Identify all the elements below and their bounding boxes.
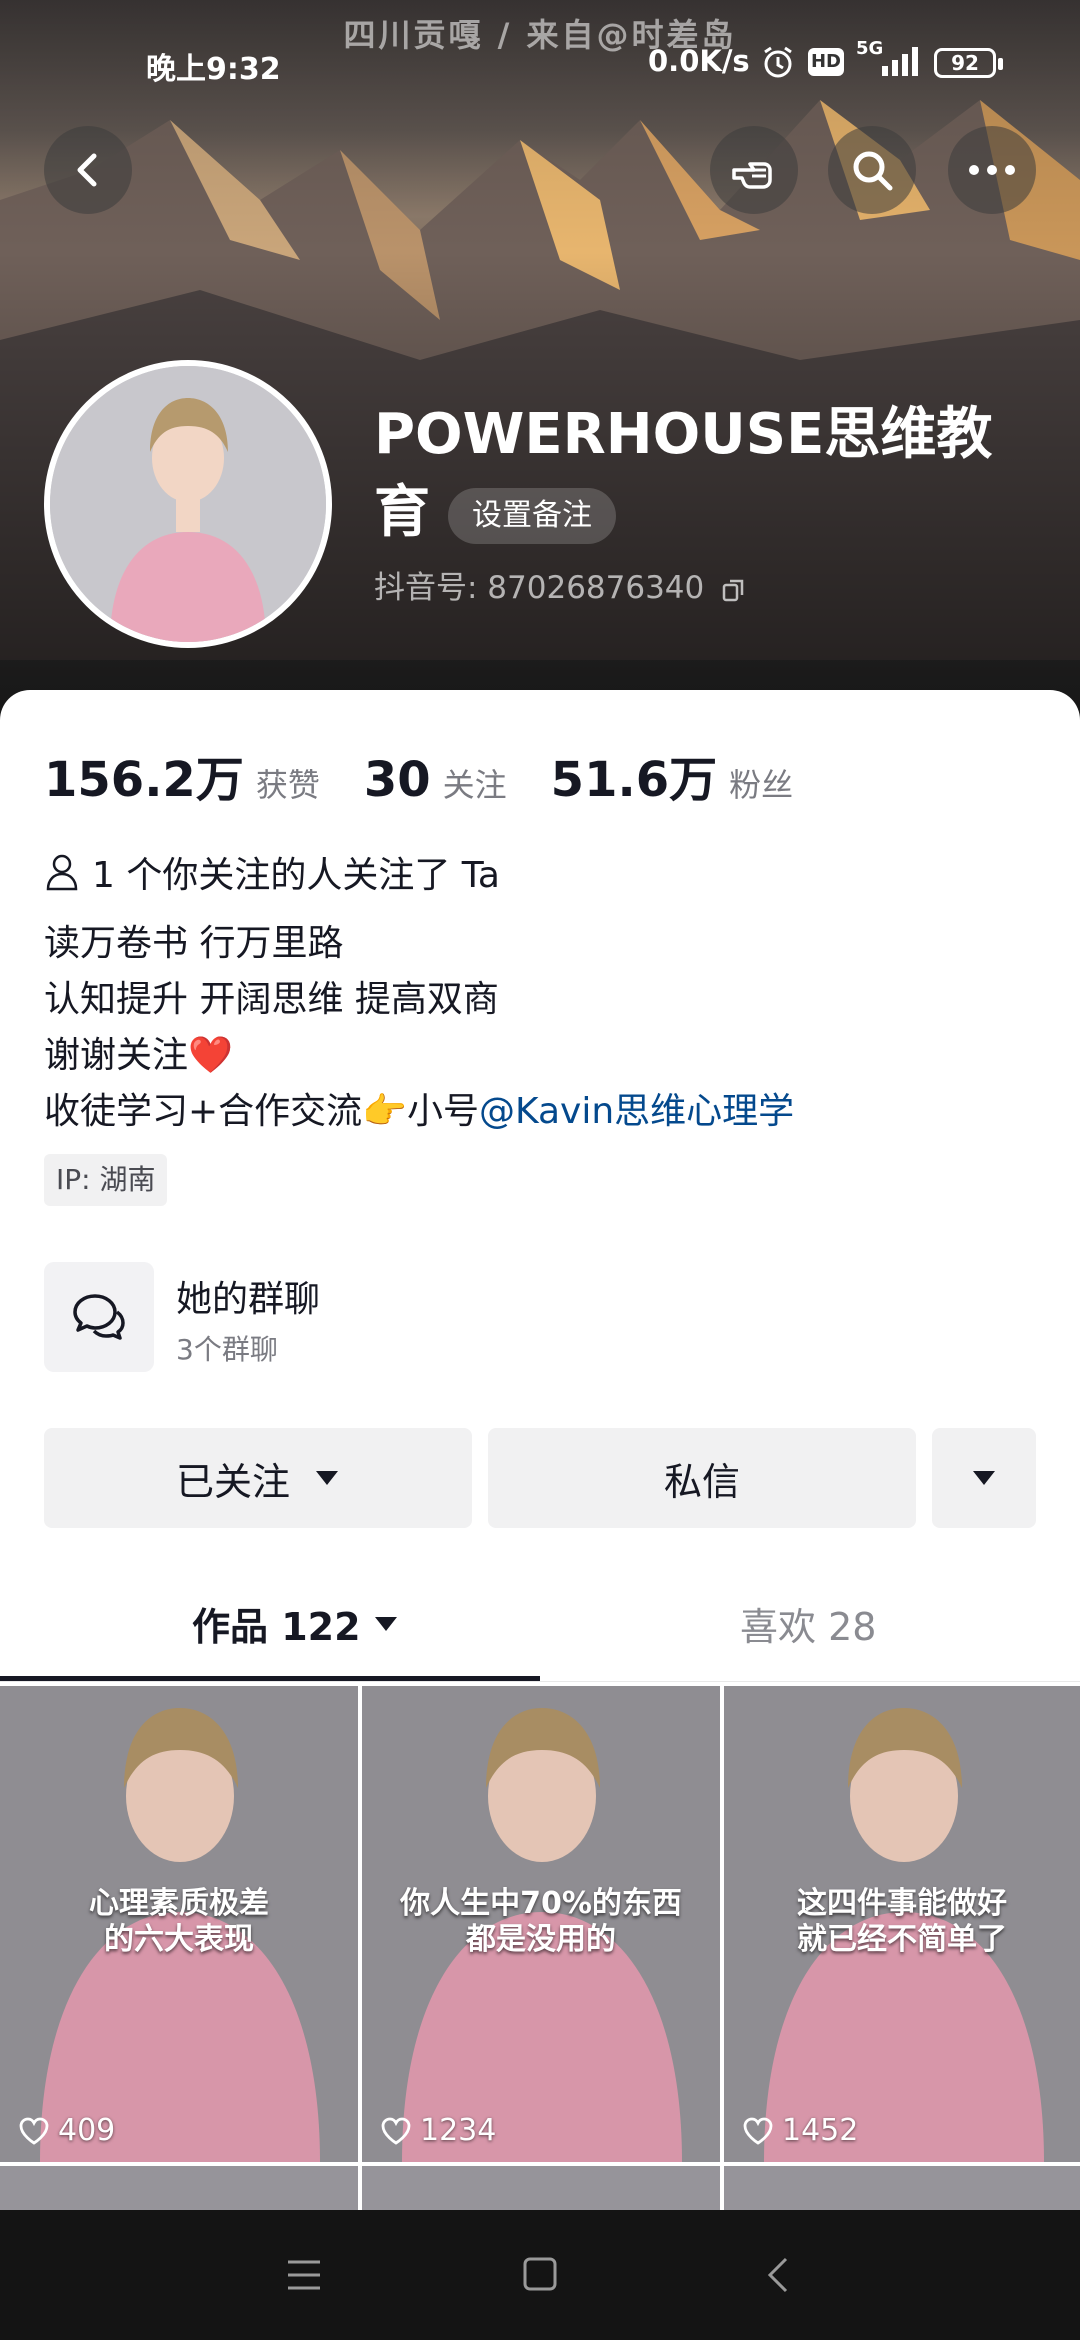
douyin-id: 抖音号: 87026876340	[374, 570, 705, 606]
caret-down-icon	[973, 1471, 995, 1485]
stat-following-label: 关注	[442, 766, 507, 804]
caret-down-icon	[374, 1616, 397, 1631]
profile-name-block: POWERHOUSE思维教育 设置备注	[374, 396, 1034, 552]
status-net-speed: 0.0K/s	[648, 44, 750, 78]
battery-icon: 92	[934, 48, 996, 78]
caret-down-icon	[316, 1471, 338, 1485]
video-caption-line-2: 就已经不简单了	[797, 1922, 1007, 1957]
video-caption: 心理素质极差 的六大表现	[0, 1886, 358, 1958]
more-actions-button[interactable]	[932, 1428, 1036, 1528]
more-button[interactable]	[948, 126, 1036, 214]
home-square-icon[interactable]	[522, 2256, 558, 2292]
video-likes-count: 1452	[782, 2113, 859, 2148]
poke-button[interactable]	[710, 126, 798, 214]
stat-likes-value[interactable]: 156.2万	[44, 740, 244, 810]
copy-icon[interactable]	[720, 576, 748, 604]
stat-following-value[interactable]: 30	[364, 752, 431, 808]
back-triangle-icon[interactable]	[766, 2256, 790, 2294]
alarm-icon	[764, 46, 792, 78]
signal-icon	[882, 47, 918, 76]
tab-works[interactable]: 作品 122	[192, 1596, 399, 1651]
battery-level: 92	[951, 51, 979, 75]
bio-line-2: 认知提升 开阔思维 提高双商	[44, 979, 499, 1020]
mutual-follow-row[interactable]: 1 个你关注的人关注了 Ta	[44, 846, 500, 898]
message-button-label: 私信	[663, 1459, 740, 1504]
avatar[interactable]	[44, 360, 332, 648]
chat-bubbles-icon	[73, 1294, 125, 1340]
video-likes: 1452	[742, 2113, 858, 2148]
tab-likes[interactable]: 喜欢 28	[740, 1596, 876, 1651]
bio-line-3: 谢谢关注❤️	[44, 1035, 233, 1076]
stat-followers-value[interactable]: 51.6万	[551, 740, 717, 810]
video-thumbnail[interactable]: 心理素质极差 的六大表现 409	[0, 1686, 358, 2162]
back-button[interactable]	[44, 126, 132, 214]
group-chat-title[interactable]: 她的群聊	[176, 1270, 320, 1322]
bio-line-1: 读万卷书 行万里路	[44, 923, 344, 964]
heart-icon	[381, 2117, 411, 2145]
search-icon	[853, 151, 893, 191]
video-caption: 你人生中70%的东西 都是没用的	[362, 1886, 720, 1958]
video-caption-line-1: 你人生中70%的东西	[400, 1886, 682, 1921]
video-thumbnail-partial[interactable]	[362, 2166, 720, 2210]
stats-row: 156.2万 获赞 30 关注 51.6万 粉丝	[44, 740, 793, 810]
video-caption-line-1: 这四件事能做好	[797, 1886, 1007, 1921]
mutual-follow-text: 1 个你关注的人关注了 Ta	[92, 855, 500, 896]
bio-mention-link[interactable]: @Kavin思维心理学	[479, 1091, 794, 1132]
menu-icon[interactable]	[286, 2258, 322, 2292]
video-thumbnail-partial[interactable]	[724, 2166, 1080, 2210]
ip-location-tag: IP: 湖南	[44, 1154, 168, 1206]
douyin-id-row: 抖音号: 87026876340	[374, 562, 748, 607]
video-likes-count: 409	[58, 2113, 116, 2148]
bio-line-4-text: 收徒学习+合作交流👉小号	[44, 1091, 479, 1132]
video-caption: 这四件事能做好 就已经不简单了	[724, 1886, 1080, 1958]
search-button[interactable]	[828, 126, 916, 214]
group-chat-icon-box[interactable]	[44, 1262, 154, 1372]
following-button[interactable]: 已关注	[44, 1428, 472, 1528]
chevron-left-icon	[77, 153, 97, 187]
battery-tip	[998, 58, 1003, 70]
video-caption-line-1: 心理素质极差	[89, 1886, 269, 1921]
status-time: 晚上9:32	[146, 52, 281, 87]
following-button-label: 已关注	[175, 1459, 290, 1504]
video-caption-line-2: 都是没用的	[466, 1922, 616, 1957]
heart-icon	[743, 2117, 773, 2145]
video-likes-count: 1234	[420, 2113, 497, 2148]
video-likes: 1234	[380, 2113, 496, 2148]
heart-icon	[19, 2117, 49, 2145]
video-thumbnail-partial[interactable]	[0, 2166, 358, 2210]
message-button[interactable]: 私信	[488, 1428, 916, 1528]
more-dots-icon	[969, 165, 1015, 175]
bio-line-4: 收徒学习+合作交流👉小号@Kavin思维心理学	[44, 1082, 794, 1134]
user-icon	[46, 854, 78, 891]
group-chat-count: 3个群聊	[176, 1333, 278, 1366]
video-thumbnail[interactable]: 你人生中70%的东西 都是没用的 1234	[362, 1686, 720, 2162]
tab-divider	[0, 1681, 1080, 1682]
set-remark-button[interactable]: 设置备注	[448, 487, 616, 544]
stat-likes-label: 获赞	[255, 766, 320, 804]
video-thumbnail[interactable]: 这四件事能做好 就已经不简单了 1452	[724, 1686, 1080, 2162]
avatar-image	[50, 366, 326, 642]
video-caption-line-2: 的六大表现	[104, 1922, 254, 1957]
system-nav-bar	[0, 2210, 1080, 2340]
hd-icon: HD	[808, 48, 844, 76]
pointing-hand-icon	[732, 162, 772, 189]
video-likes: 409	[18, 2113, 115, 2148]
stat-followers-label: 粉丝	[729, 766, 794, 804]
tab-works-label: 作品 122	[192, 1605, 361, 1649]
